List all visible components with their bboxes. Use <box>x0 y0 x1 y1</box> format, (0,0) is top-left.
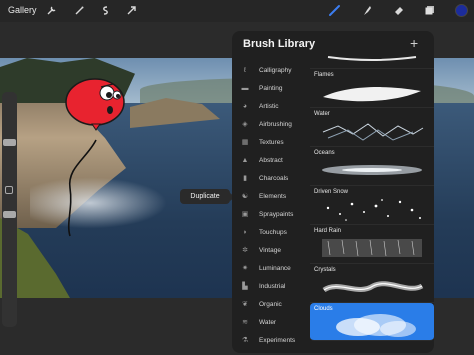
brush-set-list: ℓ Calligraphy ▬ Painting ◕ Artistic ◈ Airbru… <box>232 61 310 349</box>
balloon-drawing <box>65 78 125 131</box>
brush-item-oceans[interactable]: Oceans <box>310 147 434 186</box>
selection-icon[interactable] <box>98 3 112 17</box>
brush-item-driven-snow[interactable]: Driven Snow <box>310 186 434 225</box>
brush-item-top[interactable] <box>310 55 434 69</box>
elements-icon: ☯ <box>241 193 249 200</box>
brush-set-experiments[interactable]: ⚗ Experiments <box>232 331 310 349</box>
transform-icon[interactable] <box>124 3 138 17</box>
brush-set-vintage[interactable]: ✲ Vintage <box>232 241 310 259</box>
spraypaints-icon: ▣ <box>241 211 249 218</box>
vintage-icon: ✲ <box>242 247 248 254</box>
sea-foam <box>30 173 180 233</box>
experiments-icon: ⚗ <box>241 337 249 344</box>
brush-set-airbrushing[interactable]: ◈ Airbrushing <box>232 115 310 133</box>
brush-set-organic[interactable]: ❦ Organic <box>232 295 310 313</box>
brush-stroke-preview <box>323 87 421 102</box>
brush-stroke-preview <box>322 239 422 257</box>
brush-set-water[interactable]: ≋ Water <box>232 313 310 331</box>
brush-set-artistic[interactable]: ◕ Artistic <box>232 97 310 115</box>
brush-stroke-preview <box>322 165 422 175</box>
duplicate-label: Duplicate <box>190 193 220 200</box>
wrench-icon[interactable] <box>44 3 58 17</box>
brush-set-textures[interactable]: ▦ Textures <box>232 133 310 151</box>
airbrush-icon: ◈ <box>242 121 248 128</box>
modify-button[interactable] <box>5 186 13 194</box>
brush-size-opacity-sidebar <box>2 92 17 327</box>
wand-icon[interactable] <box>72 3 86 17</box>
organic-icon: ❦ <box>242 301 248 308</box>
water-icon: ≋ <box>242 319 248 326</box>
brush-stroke-preview <box>322 123 424 141</box>
brush-set-painting[interactable]: ▬ Painting <box>232 79 310 97</box>
brush-library-panel: Brush Library + ℓ Calligraphy ▬ Painting ◕… <box>232 31 434 353</box>
brush-item-water[interactable]: Water <box>310 108 434 147</box>
brush-set-luminance[interactable]: ✷ Luminance <box>232 259 310 277</box>
gallery-button[interactable]: Gallery <box>8 5 37 15</box>
industrial-icon: ▙ <box>242 283 248 290</box>
brush-set-elements[interactable]: ☯ Elements <box>232 187 310 205</box>
balloon-string <box>67 139 97 237</box>
luminance-icon: ✷ <box>242 265 248 272</box>
touchups-icon: ◗ <box>242 228 248 236</box>
brush-set-touchups[interactable]: ◗ Touchups <box>232 223 310 241</box>
brush-stroke-preview <box>336 314 416 337</box>
brush-set-abstract[interactable]: ▲ Abstract <box>232 151 310 169</box>
textures-icon: ▦ <box>241 139 249 146</box>
brush-size-slider[interactable] <box>3 139 16 146</box>
artistic-icon: ◕ <box>242 102 248 110</box>
painting-icon: ▬ <box>241 84 249 92</box>
charcoals-icon: ▮ <box>243 175 247 182</box>
duplicate-tooltip[interactable]: Duplicate <box>180 189 235 204</box>
brush-set-industrial[interactable]: ▙ Industrial <box>232 277 310 295</box>
brush-item-clouds[interactable]: Clouds <box>310 303 434 341</box>
brush-stroke-preview <box>327 56 417 61</box>
brush-stroke-preview <box>326 199 421 221</box>
smudge-icon[interactable] <box>360 3 374 17</box>
brush-set-spraypaints[interactable]: ▣ Spraypaints <box>232 205 310 223</box>
plus-icon[interactable]: + <box>410 35 418 51</box>
brush-set-charcoals[interactable]: ▮ Charcoals <box>232 169 310 187</box>
abstract-icon: ▲ <box>241 156 249 164</box>
panel-title: Brush Library <box>243 38 316 50</box>
brush-item-flames[interactable]: Flames <box>310 69 434 108</box>
brush-item-crystals[interactable]: Crystals <box>310 264 434 303</box>
color-picker-button[interactable] <box>455 4 468 17</box>
brush-stroke-preview <box>322 281 424 293</box>
opacity-slider[interactable] <box>3 211 16 218</box>
brush-item-hard-rain[interactable]: Hard Rain <box>310 225 434 264</box>
brush-list: Flames Water Oceans Driven Snow Hard Rai… <box>310 55 434 353</box>
eraser-icon[interactable] <box>392 3 406 17</box>
top-toolbar: Gallery <box>0 0 474 22</box>
layers-icon[interactable] <box>423 3 437 17</box>
brush-set-calligraphy[interactable]: ℓ Calligraphy <box>232 61 310 79</box>
calligraphy-icon: ℓ <box>243 66 247 74</box>
brush-icon[interactable] <box>327 3 341 17</box>
